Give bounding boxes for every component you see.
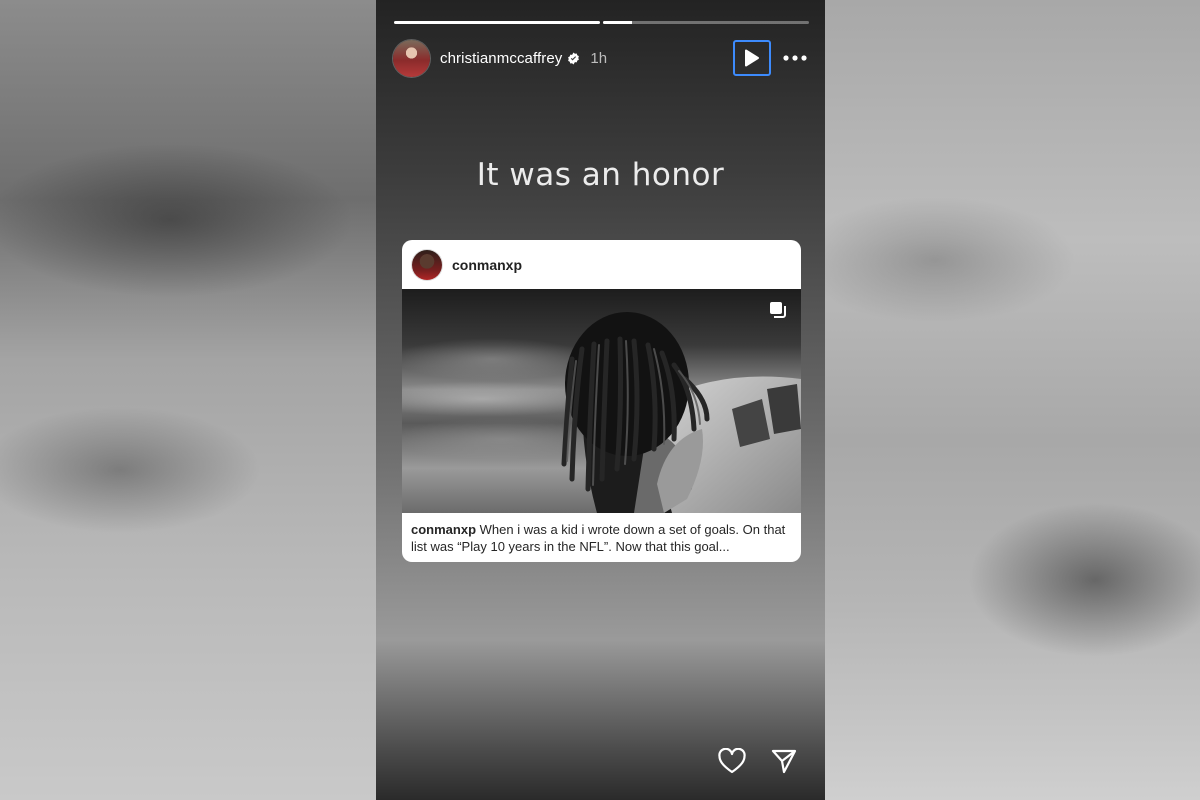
- post-time: 1h: [590, 49, 608, 67]
- like-button[interactable]: [717, 746, 747, 776]
- more-icon: [783, 55, 807, 61]
- send-icon: [771, 749, 797, 774]
- shared-post-username[interactable]: conmanxp: [452, 257, 522, 273]
- shared-post-avatar[interactable]: [412, 249, 442, 280]
- progress-segment: [394, 21, 600, 24]
- story-viewer[interactable]: christianmccaffrey 1h It was an honor co…: [376, 0, 825, 800]
- shared-post-photo[interactable]: [402, 289, 801, 513]
- story-progress: [394, 21, 809, 24]
- more-options-button[interactable]: [781, 48, 809, 68]
- shared-post-header: conmanxp: [402, 240, 801, 289]
- story-username[interactable]: christianmccaffrey: [440, 50, 562, 67]
- shared-post-caption: conmanxp When i was a kid i wrote down a…: [411, 521, 791, 555]
- shared-post-card[interactable]: conmanxp conmanxp When i was a kid i wro…: [402, 240, 801, 562]
- heart-icon: [718, 748, 746, 774]
- multiple-photos-icon: [770, 302, 786, 318]
- player-figure: [561, 312, 801, 513]
- progress-segment: [603, 21, 809, 24]
- avatar[interactable]: [393, 39, 430, 77]
- blurred-background-right: [825, 0, 1200, 800]
- play-icon: [745, 49, 759, 67]
- caption-username[interactable]: conmanxp: [411, 522, 476, 537]
- blurred-background-left: [0, 0, 376, 800]
- play-button[interactable]: [733, 40, 771, 76]
- verified-badge-icon: [567, 52, 580, 65]
- story-header: christianmccaffrey 1h: [393, 38, 809, 78]
- story-caption: It was an honor: [476, 157, 725, 193]
- share-button[interactable]: [769, 746, 799, 776]
- story-footer: [717, 746, 799, 776]
